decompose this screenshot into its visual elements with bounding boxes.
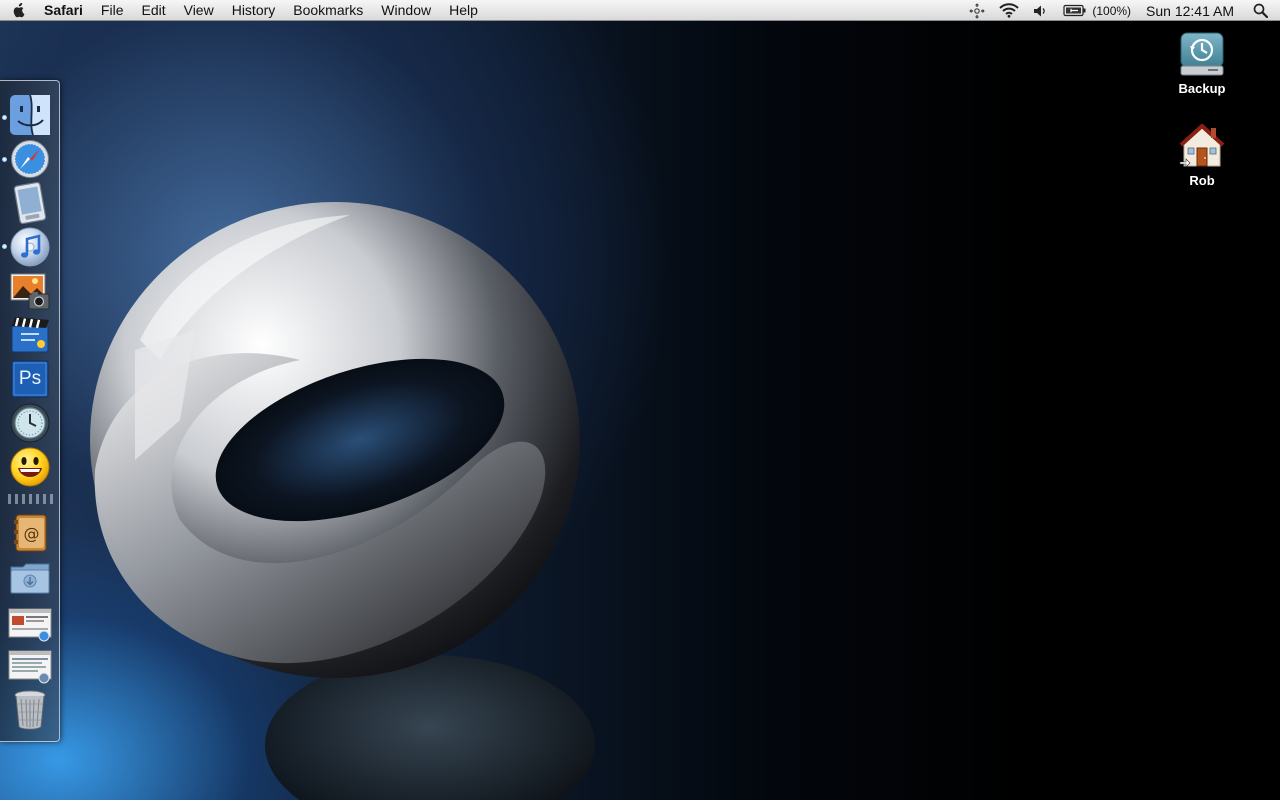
svg-text:@: @ (24, 524, 40, 543)
time-machine-drive-icon (1180, 32, 1224, 76)
iphoto-icon (10, 273, 50, 310)
menu-history[interactable]: History (223, 0, 285, 21)
photoshop-label: Ps (18, 368, 42, 389)
running-indicator (2, 115, 7, 120)
dock-item-address-book[interactable]: @ (8, 511, 52, 555)
menu-edit[interactable]: Edit (132, 0, 174, 21)
battery-percent[interactable]: (100%) (1089, 0, 1138, 21)
address-book-icon: @ (14, 514, 47, 552)
menu-window[interactable]: Window (372, 0, 440, 21)
dock-item-yahoo-messenger[interactable] (8, 445, 52, 489)
wallpaper-torus-art (90, 202, 595, 800)
desktop-icon-rob[interactable]: Rob (1162, 122, 1242, 188)
desktop-icon-backup[interactable]: Backup (1162, 30, 1242, 96)
running-indicator (2, 157, 7, 162)
preview-icon (13, 182, 47, 224)
spotlight-icon[interactable] (1246, 0, 1280, 21)
trash-icon (14, 690, 46, 730)
dock-item-window-1[interactable] (8, 603, 52, 647)
finder-icon (10, 94, 50, 136)
dock-item-itunes[interactable] (8, 225, 52, 269)
downloads-folder-icon (10, 563, 50, 594)
menu-file[interactable]: File (92, 0, 133, 21)
sync-icon[interactable] (962, 0, 992, 21)
menu-bar-left: Safari File Edit View History Bookmarks … (0, 0, 487, 21)
dock: Ps @ (0, 80, 60, 742)
menu-help[interactable]: Help (440, 0, 487, 21)
time-machine-icon (10, 403, 50, 443)
desktop-icon-label: Backup (1178, 81, 1226, 96)
dock-item-preview[interactable] (8, 181, 52, 225)
running-indicator (2, 244, 7, 249)
imovie-icon (11, 317, 49, 353)
safari-icon (11, 140, 49, 178)
dock-item-safari[interactable] (8, 137, 52, 181)
battery-icon[interactable] (1056, 0, 1089, 21)
dock-item-trash[interactable] (8, 687, 52, 731)
dock-separator (8, 494, 54, 504)
menu-bookmarks[interactable]: Bookmarks (284, 0, 372, 21)
dock-item-time-machine[interactable] (8, 401, 52, 445)
dock-item-imovie[interactable] (8, 313, 52, 357)
menu-app-safari[interactable]: Safari (38, 0, 92, 21)
dock-item-downloads[interactable] (8, 557, 52, 601)
dock-item-window-2[interactable] (8, 645, 52, 689)
dock-item-iphoto[interactable] (8, 269, 52, 313)
apple-icon[interactable] (0, 0, 38, 21)
desktop-icon-label: Rob (1189, 173, 1215, 188)
dock-item-finder[interactable] (8, 93, 52, 137)
menu-clock[interactable]: Sun 12:41 AM (1138, 0, 1246, 21)
menu-bar: Safari File Edit View History Bookmarks … (0, 0, 1280, 21)
home-folder-icon (1179, 124, 1225, 168)
window-thumbnail-2-icon (8, 650, 52, 684)
volume-icon[interactable] (1026, 0, 1056, 21)
dock-item-photoshop[interactable]: Ps (8, 357, 52, 401)
wifi-icon[interactable] (992, 0, 1026, 21)
desktop-wallpaper (0, 0, 1280, 800)
menu-bar-status: (100%) Sun 12:41 AM (962, 0, 1280, 21)
window-thumbnail-1-icon (8, 608, 52, 642)
menu-view[interactable]: View (175, 0, 223, 21)
itunes-icon (10, 227, 50, 267)
yahoo-messenger-icon (10, 447, 50, 487)
